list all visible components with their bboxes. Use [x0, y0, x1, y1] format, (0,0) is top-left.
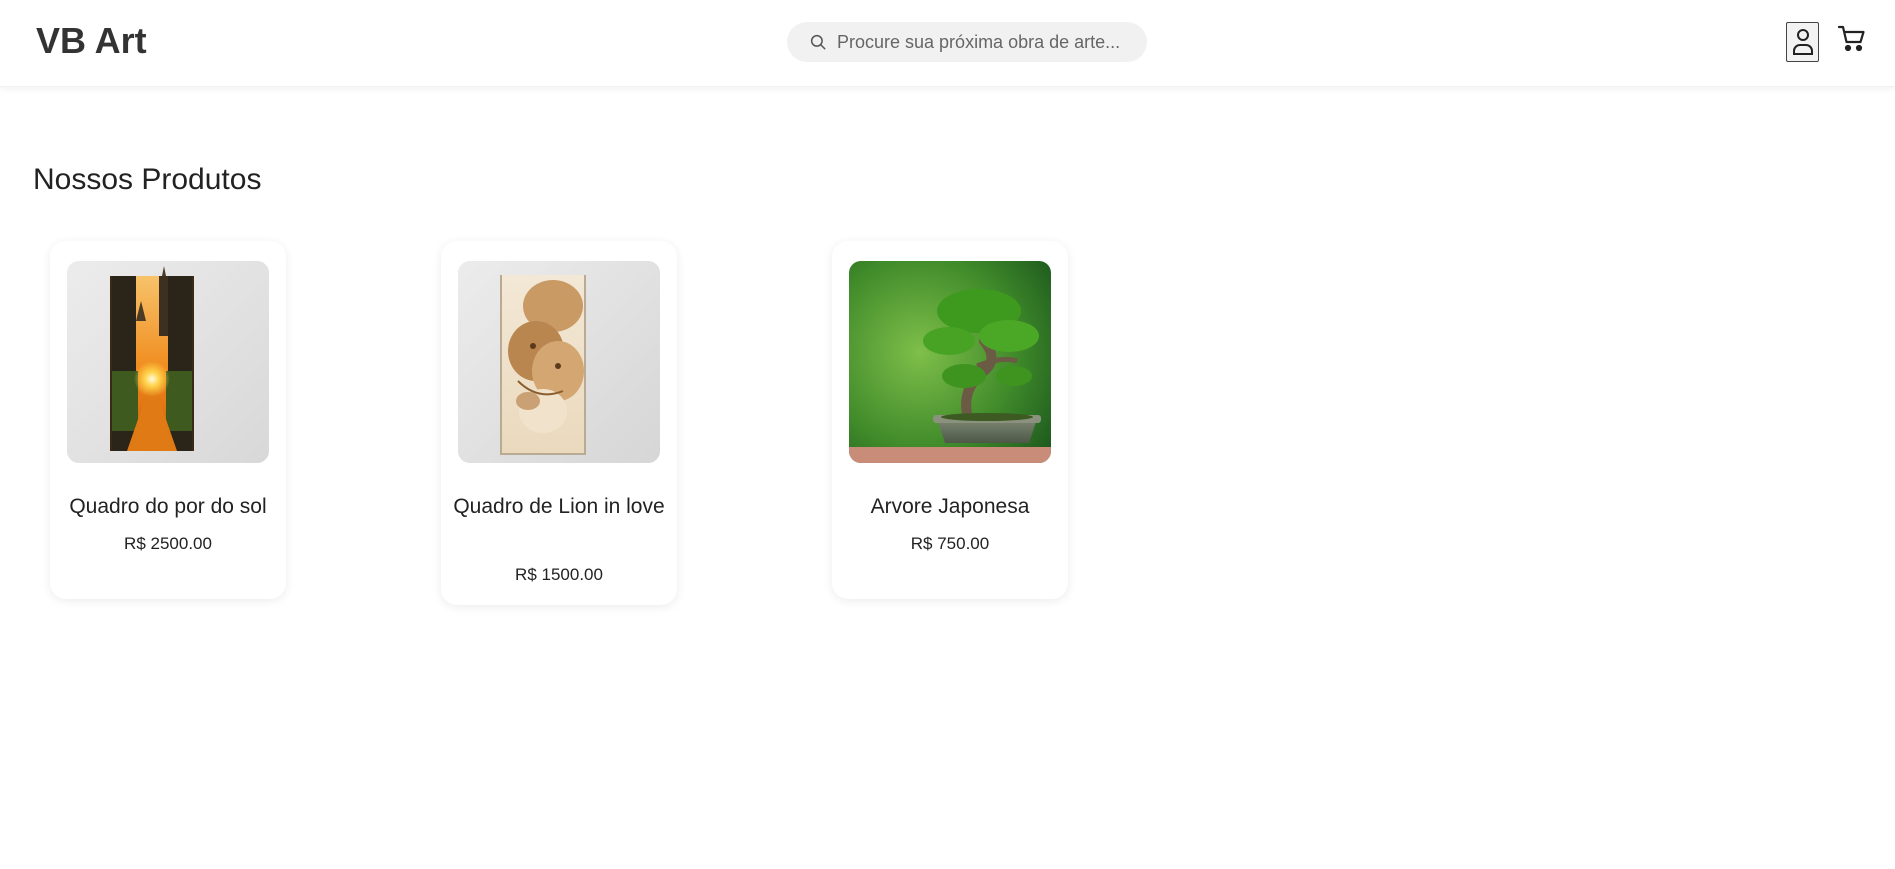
product-name[interactable]: Quadro de Lion in love — [451, 491, 667, 522]
header: VB Art — [0, 0, 1895, 87]
product-image-bonsai[interactable] — [849, 261, 1051, 463]
cart-button[interactable] — [1836, 22, 1868, 54]
user-icon — [1792, 29, 1813, 55]
product-price: R$ 1500.00 — [515, 565, 603, 584]
product-card[interactable]: Arvore Japonesa R$ 750.00 — [832, 241, 1068, 599]
logo[interactable]: VB Art — [36, 20, 147, 62]
cart-icon — [1837, 25, 1865, 52]
product-image-lions[interactable] — [458, 261, 660, 463]
product-card[interactable]: Quadro de Lion in love R$ 1500.00 — [441, 241, 677, 605]
product-image-sunset[interactable] — [67, 261, 269, 463]
search-input[interactable] — [837, 31, 1127, 53]
product-name[interactable]: Quadro do por do sol — [60, 491, 276, 522]
product-card[interactable]: Quadro do por do sol R$ 2500.00 — [50, 241, 286, 599]
user-button[interactable] — [1786, 22, 1819, 62]
product-price: R$ 750.00 — [910, 534, 990, 553]
search-icon — [810, 34, 826, 50]
product-price: R$ 2500.00 — [124, 534, 212, 553]
page-title: Nossos Produtos — [33, 163, 262, 196]
search-bar[interactable] — [787, 22, 1147, 62]
product-name[interactable]: Arvore Japonesa — [842, 491, 1058, 522]
